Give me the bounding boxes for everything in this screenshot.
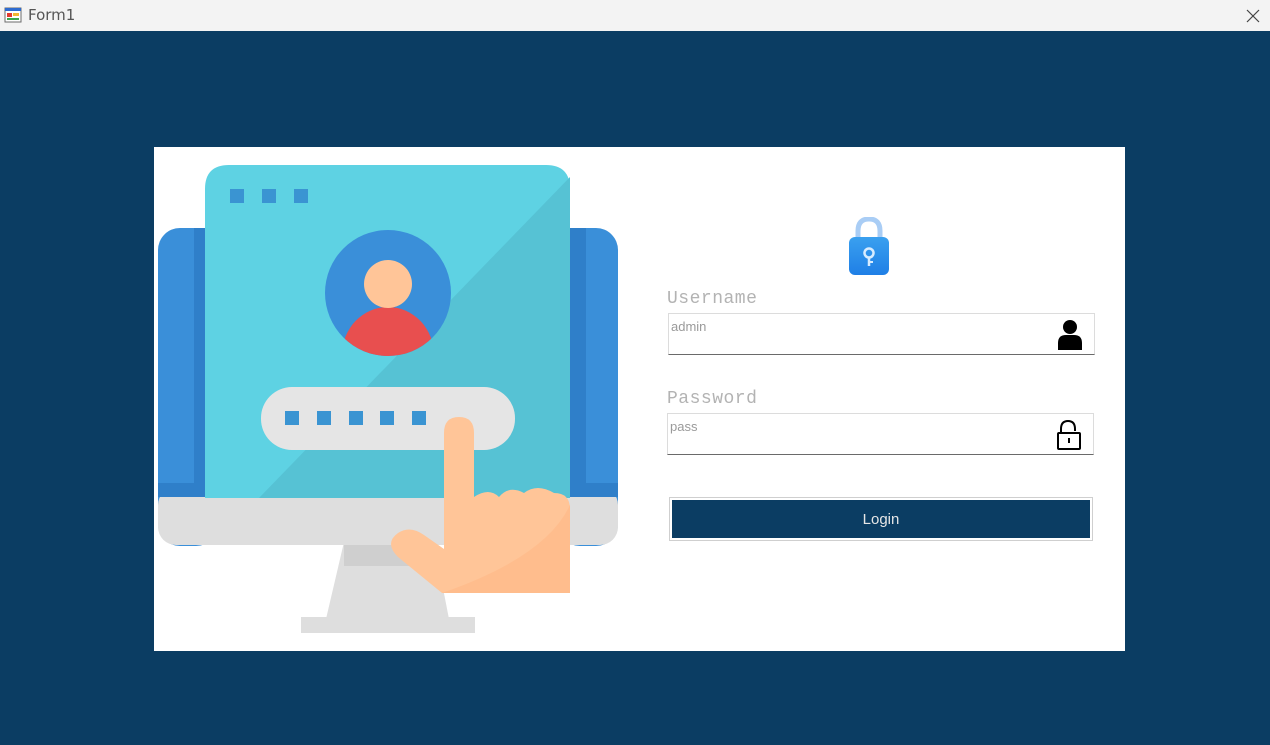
password-label: Password (667, 389, 758, 409)
login-button-frame: Login (669, 497, 1093, 541)
title-bar: Form1 (0, 0, 1270, 31)
username-label: Username (667, 289, 758, 309)
unlock-icon (1057, 419, 1081, 450)
username-input[interactable] (671, 316, 1041, 336)
close-button[interactable] (1236, 0, 1270, 31)
login-panel: Username Password Login (154, 147, 1125, 651)
password-field[interactable] (667, 413, 1094, 455)
username-field[interactable] (668, 313, 1095, 355)
window-title: Form1 (28, 6, 76, 24)
close-icon (1246, 9, 1260, 22)
password-input[interactable] (670, 416, 1040, 436)
app-icon (4, 7, 22, 23)
login-button[interactable]: Login (672, 500, 1090, 538)
user-icon (1058, 320, 1082, 350)
padlock-key-icon (849, 217, 889, 275)
computer-login-illustration-icon (158, 165, 618, 633)
form-client-area: Username Password Login (0, 31, 1270, 745)
